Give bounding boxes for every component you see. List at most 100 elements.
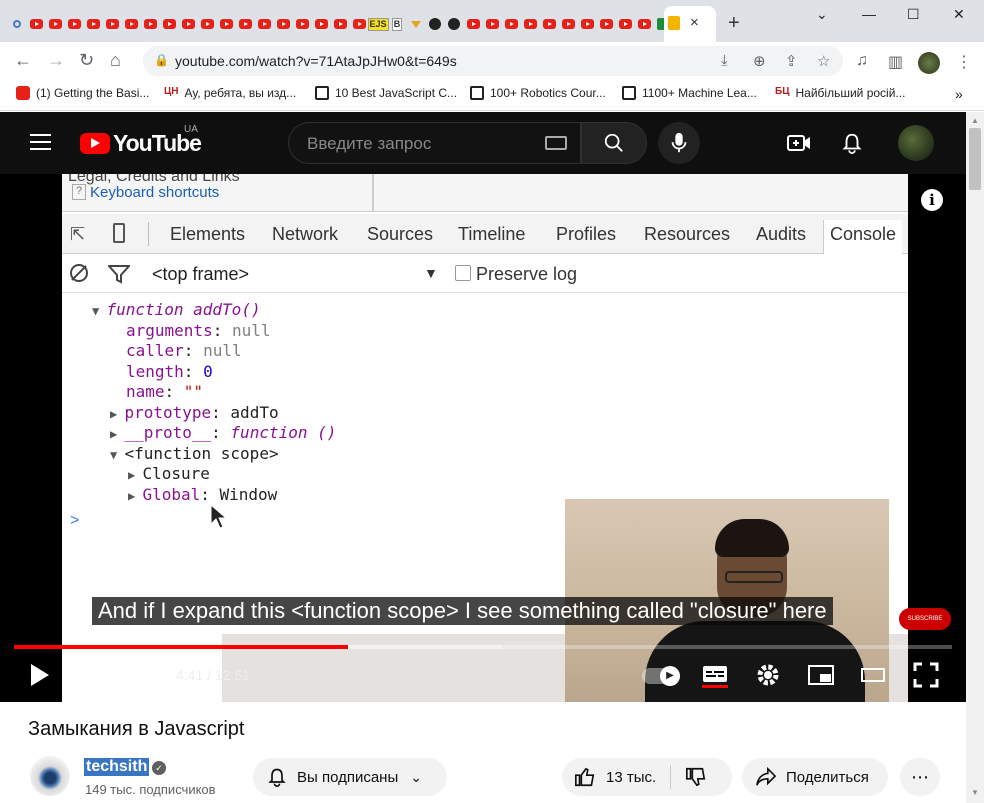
subscribed-button[interactable]: Вы подписаны ⌄ (253, 758, 447, 796)
notifications-bell-icon[interactable] (840, 132, 864, 154)
youtube-tab[interactable] (312, 14, 330, 34)
info-icon[interactable]: i (921, 189, 943, 211)
github-tab[interactable] (426, 14, 444, 34)
youtube-tab[interactable] (597, 14, 615, 34)
youtube-tab[interactable] (255, 14, 273, 34)
fullscreen-icon[interactable] (913, 662, 939, 688)
youtube-tab[interactable] (483, 14, 501, 34)
youtube-tab[interactable] (122, 14, 140, 34)
volume-icon[interactable] (130, 662, 156, 688)
youtube-tab[interactable] (635, 14, 653, 34)
youtube-tab[interactable] (616, 14, 634, 34)
search-input[interactable]: Введите запрос (288, 122, 581, 164)
devtools-tab-timeline: Timeline (458, 224, 526, 244)
more-actions-button[interactable]: ⋯ (900, 758, 940, 796)
bookmark-item[interactable]: 1100+ Machine Lea... (622, 86, 757, 100)
url-text[interactable]: youtube.com/watch?v=71AtaJpJHw0&t=649s (175, 53, 457, 69)
devtools-tab-sources: Sources (367, 224, 434, 244)
play-icon[interactable] (28, 662, 52, 688)
profile-avatar[interactable] (918, 52, 940, 74)
close-window-button[interactable]: ✕ (953, 6, 965, 23)
dislike-icon[interactable] (685, 766, 707, 788)
keyboard-icon[interactable] (545, 136, 567, 150)
hamburger-icon[interactable] (30, 134, 51, 150)
page-scrollbar[interactable]: ▲ ▼ (966, 112, 984, 803)
youtube-tab[interactable] (540, 14, 558, 34)
miniplayer-icon[interactable] (808, 662, 834, 688)
maximize-button[interactable]: ☐ (907, 6, 920, 23)
bookmark-item[interactable]: 10 Best JavaScript C... (315, 86, 457, 100)
home-icon[interactable]: ⌂ (110, 50, 121, 71)
bookmark-star-icon[interactable]: ☆ (817, 52, 830, 70)
forward-icon[interactable]: → (47, 50, 65, 71)
console-toolbar: <top frame> ▼ Preserve log (62, 255, 908, 293)
channel-name[interactable]: techsith (84, 758, 150, 776)
youtube-tab[interactable] (84, 14, 102, 34)
address-bar[interactable]: 🔒 youtube.com/watch?v=71AtaJpJHw0&t=649s… (143, 46, 843, 76)
share-icon[interactable]: ⇪ (785, 52, 798, 70)
youtube-tab[interactable] (293, 14, 311, 34)
scroll-down-icon[interactable]: ▼ (971, 788, 979, 797)
like-count[interactable]: 13 тыс. (606, 769, 656, 786)
youtube-tab[interactable] (179, 14, 197, 34)
like-icon[interactable] (574, 766, 596, 788)
github-tab[interactable] (445, 14, 463, 34)
zoom-icon[interactable]: ⊕ (753, 52, 766, 70)
video-player[interactable]: Legal, Credits and Links ? Keyboard shor… (0, 174, 966, 702)
youtube-tab[interactable] (559, 14, 577, 34)
side-panel-icon[interactable]: ▥ (888, 52, 903, 72)
scroll-thumb[interactable] (969, 128, 981, 190)
autoplay-toggle[interactable]: ▶ (642, 666, 680, 686)
youtube-tab[interactable] (103, 14, 121, 34)
bookmark-item[interactable]: БЦ Найбільший росій... (775, 86, 905, 100)
youtube-tab[interactable] (274, 14, 292, 34)
youtube-tab[interactable] (464, 14, 482, 34)
voice-search-button[interactable] (658, 122, 700, 164)
bookmarks-overflow[interactable]: » (955, 86, 963, 102)
minimize-button[interactable]: — (862, 6, 876, 22)
youtube-tab[interactable] (578, 14, 596, 34)
channel-avatar[interactable] (30, 756, 70, 796)
youtube-tab[interactable] (217, 14, 235, 34)
youtube-tab[interactable] (65, 14, 83, 34)
youtube-tab[interactable] (160, 14, 178, 34)
scroll-up-icon[interactable]: ▲ (971, 116, 979, 125)
reload-icon[interactable]: ↻ (79, 50, 94, 71)
menu-icon[interactable]: ⋮ (956, 52, 972, 72)
media-icon[interactable]: ♫ (856, 52, 868, 70)
bookmark-item[interactable]: 100+ Robotics Cour... (470, 86, 606, 100)
theater-mode-icon[interactable] (860, 662, 886, 688)
tab-favicon[interactable] (8, 14, 26, 34)
youtube-tab[interactable] (141, 14, 159, 34)
create-video-icon[interactable] (787, 132, 811, 154)
install-icon[interactable]: ⤓ (721, 52, 728, 69)
back-icon[interactable]: ← (14, 50, 32, 71)
bookmark-item[interactable]: ЦН Ау, ребята, вы изд... (164, 86, 296, 100)
youtube-logo[interactable]: YouTube UA (80, 124, 202, 157)
youtube-icon (637, 19, 651, 29)
tab-favicon[interactable] (407, 14, 425, 34)
search-button[interactable] (581, 122, 647, 164)
share-button[interactable]: Поделиться (742, 758, 888, 796)
tab-search-icon[interactable]: ⌄ (816, 6, 828, 23)
subscribe-watermark[interactable]: SUBSCRIBE (899, 608, 951, 630)
youtube-tab[interactable] (502, 14, 520, 34)
ejs-tab[interactable]: EJS (367, 14, 389, 34)
youtube-tab[interactable] (521, 14, 539, 34)
youtube-tab[interactable] (331, 14, 349, 34)
subtitles-icon[interactable] (702, 662, 728, 688)
account-avatar[interactable] (898, 125, 934, 161)
progress-bar[interactable] (14, 645, 952, 649)
next-icon[interactable] (80, 662, 104, 688)
youtube-tab[interactable] (46, 14, 64, 34)
settings-gear-icon[interactable] (755, 662, 781, 688)
youtube-tab[interactable] (198, 14, 216, 34)
b-tab[interactable]: B (388, 14, 406, 34)
video-details: Замыкания в Javascript techsith ✓ 149 ты… (0, 702, 966, 803)
new-tab-button[interactable]: + (728, 12, 740, 35)
youtube-tab[interactable] (236, 14, 254, 34)
youtube-tab[interactable] (27, 14, 45, 34)
youtube-tab[interactable] (350, 14, 368, 34)
tab-close-icon[interactable]: × (690, 14, 699, 31)
bookmark-item[interactable]: (1) Getting the Basi... (16, 86, 149, 100)
